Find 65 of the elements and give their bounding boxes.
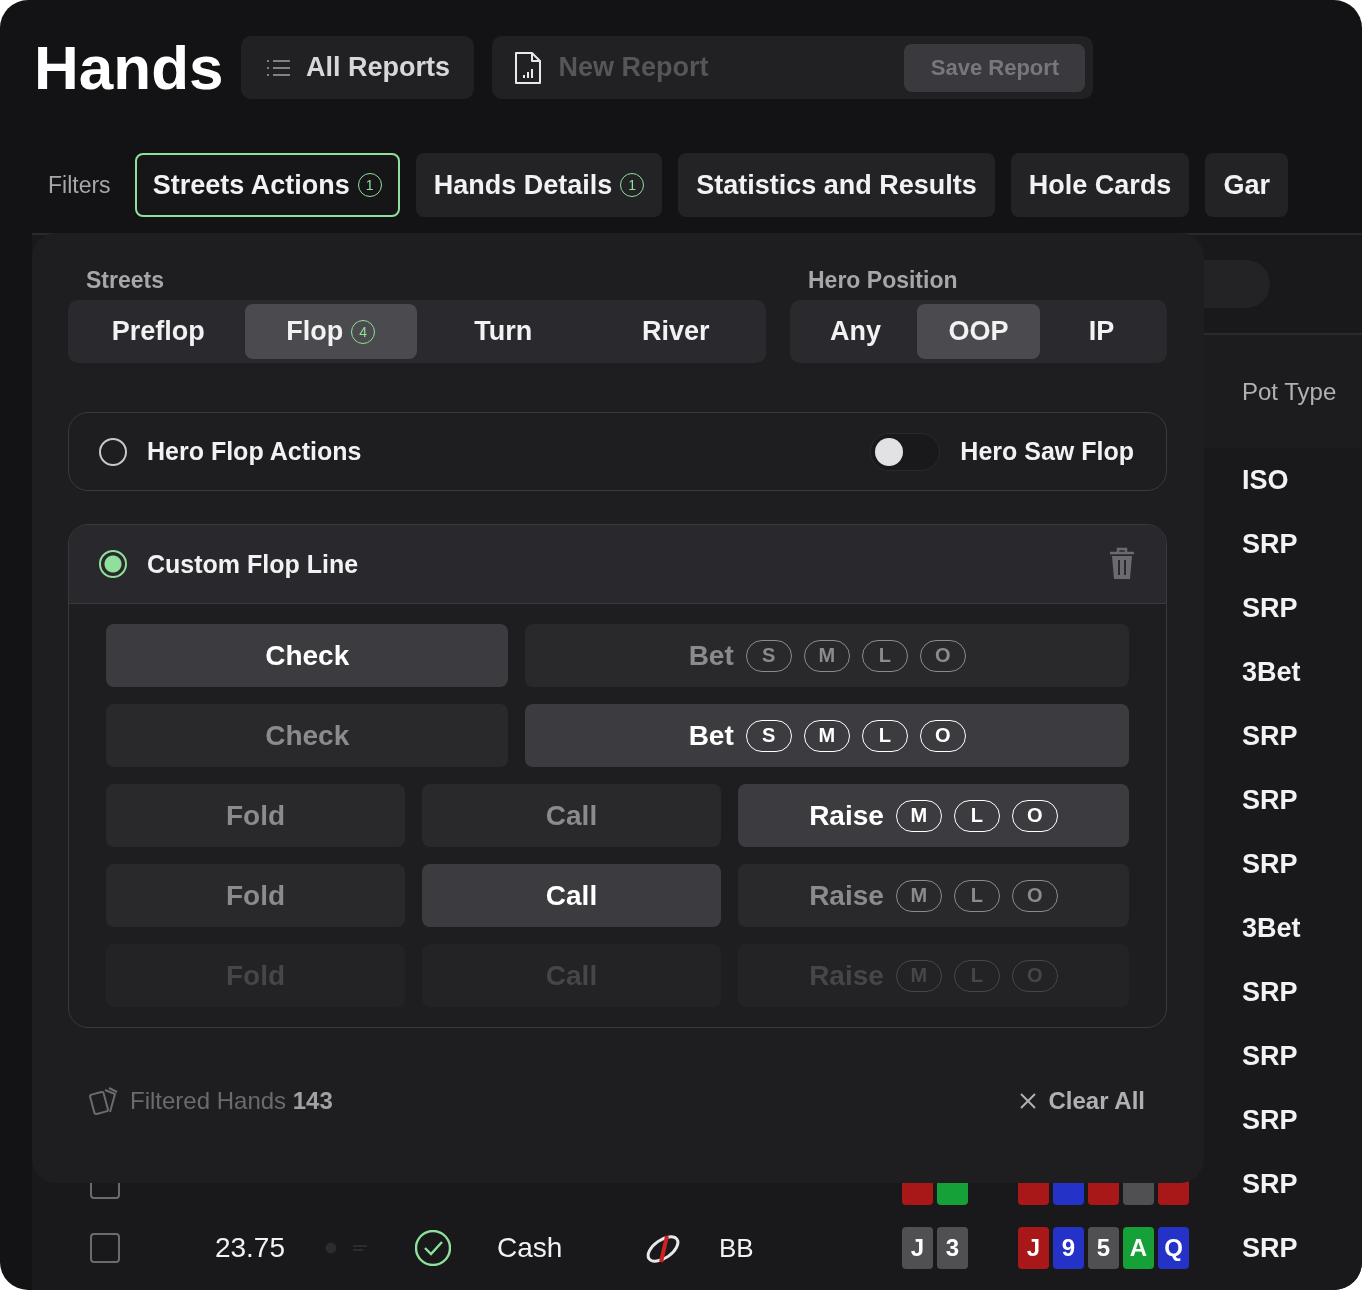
table-cell-text: Cash xyxy=(496,1232,564,1264)
street-tab[interactable]: Turn xyxy=(417,304,590,359)
table-cell: SRP xyxy=(1242,720,1298,752)
action-button[interactable]: Fold xyxy=(106,784,405,847)
table-cell: SRP xyxy=(1242,1232,1298,1264)
table-cell: SRP xyxy=(1242,784,1298,816)
action-button[interactable]: Bet S M L O xyxy=(525,624,1129,687)
table-cell: SRP xyxy=(1242,1104,1298,1136)
action-button[interactable]: Call xyxy=(422,784,721,847)
playing-card: 3 xyxy=(937,1227,968,1269)
table-cell: SRP xyxy=(1242,592,1298,624)
position-tab[interactable]: OOP xyxy=(917,304,1040,359)
filter-tab[interactable]: Streets Actions 1 xyxy=(134,153,400,217)
action-button[interactable]: Raise M L O xyxy=(738,784,1129,847)
section-label: Streets xyxy=(85,267,165,294)
page-title: Hands xyxy=(34,32,224,103)
close-icon xyxy=(1018,1092,1037,1110)
toggle-label: Hero Saw Flop xyxy=(960,437,1134,466)
street-tab[interactable]: River xyxy=(589,304,762,359)
radio-button[interactable] xyxy=(99,437,127,466)
table-cell: ISO xyxy=(1242,464,1289,496)
playing-card: Q xyxy=(1158,1227,1189,1269)
table-cell-text: 23.75 xyxy=(213,1232,285,1264)
filter-tab[interactable]: Gar xyxy=(1205,153,1288,217)
filter-tab[interactable]: Hole Cards xyxy=(1010,153,1190,217)
table-cell: SRP xyxy=(1242,976,1298,1008)
position-tab[interactable]: Any xyxy=(794,304,917,359)
filters-label: Filters xyxy=(48,171,111,199)
table-cell-text: BB xyxy=(719,1232,755,1264)
table-cell: SRP xyxy=(1242,1040,1298,1072)
option-label: Custom Flop Line xyxy=(147,549,359,579)
section-label: Hero Position xyxy=(807,267,959,294)
playing-card: 5 xyxy=(1088,1227,1119,1269)
table-cell: SRP xyxy=(1242,1168,1298,1200)
playing-card: A xyxy=(1123,1227,1154,1269)
playing-card: J xyxy=(1018,1227,1049,1269)
action-button[interactable]: Raise M L O xyxy=(738,864,1129,927)
document-icon xyxy=(514,50,543,85)
table-cell: SRP xyxy=(1242,528,1298,560)
column-header: Pot Type xyxy=(1242,377,1337,406)
filtered-hands-count: Filtered Hands 143 xyxy=(130,1087,333,1115)
table-cell: 3Bet xyxy=(1242,912,1301,944)
toggle-switch[interactable] xyxy=(870,432,941,471)
filter-tab[interactable]: Hands Details 1 xyxy=(415,153,663,217)
playing-card: 9 xyxy=(1053,1227,1084,1269)
list-icon xyxy=(265,57,292,78)
action-button[interactable]: Bet S M L O xyxy=(525,704,1129,767)
row-checkbox[interactable] xyxy=(90,1233,120,1263)
position-tab[interactable]: IP xyxy=(1040,304,1163,359)
action-button[interactable]: Call xyxy=(422,864,721,927)
street-tab[interactable]: Preflop xyxy=(72,304,245,359)
action-button[interactable]: Check xyxy=(106,704,509,767)
radio-button[interactable] xyxy=(99,550,127,578)
option-label: Hero Flop Actions xyxy=(147,437,362,466)
clear-all-button[interactable]: Clear All xyxy=(1012,1086,1151,1116)
all-reports-button[interactable]: All Reports xyxy=(241,36,475,99)
table-cell: 3Bet xyxy=(1242,656,1301,688)
trash-icon[interactable] xyxy=(1108,547,1136,581)
cards-icon xyxy=(88,1085,120,1117)
action-button[interactable]: Fold xyxy=(106,864,405,927)
playing-card: J xyxy=(902,1227,933,1269)
filter-tab[interactable]: Statistics and Results xyxy=(678,153,995,217)
action-button[interactable]: Check xyxy=(106,624,509,687)
table-cell: SRP xyxy=(1242,848,1298,880)
street-tab[interactable]: Flop 4 xyxy=(244,304,417,359)
